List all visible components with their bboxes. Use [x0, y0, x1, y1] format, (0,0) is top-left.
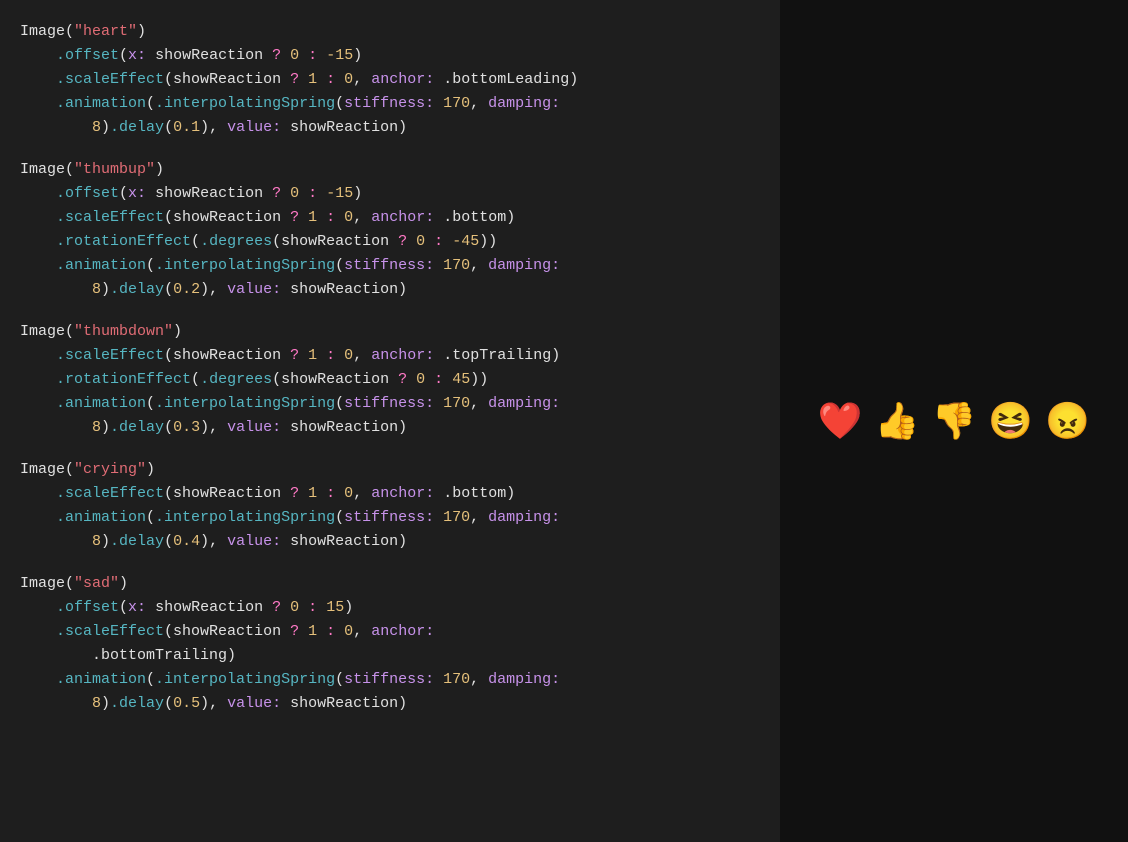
emoji-angry: 😠	[1045, 400, 1090, 442]
code-line: .scaleEffect(showReaction ? 1 : 0, ancho…	[20, 620, 760, 644]
code-line: Image("thumbup")	[20, 158, 760, 182]
code-line: .offset(x: showReaction ? 0 : -15)	[20, 44, 760, 68]
code-line: 8).delay(0.4), value: showReaction)	[20, 530, 760, 554]
emoji-thumbup: 👍	[875, 400, 920, 442]
code-line: .animation(.interpolatingSpring(stiffnes…	[20, 92, 760, 116]
code-line: .bottomTrailing)	[20, 644, 760, 668]
code-block-thumbdown: Image("thumbdown") .scaleEffect(showReac…	[20, 320, 760, 440]
emoji-reaction-row: ❤️ 👍 👎 😆 😠	[818, 400, 1090, 442]
code-line: 8).delay(0.3), value: showReaction)	[20, 416, 760, 440]
code-line: .scaleEffect(showReaction ? 1 : 0, ancho…	[20, 344, 760, 368]
code-line: .scaleEffect(showReaction ? 1 : 0, ancho…	[20, 206, 760, 230]
code-block-crying: Image("crying") .scaleEffect(showReactio…	[20, 458, 760, 554]
code-line: .rotationEffect(.degrees(showReaction ? …	[20, 230, 760, 254]
code-line: 8).delay(0.1), value: showReaction)	[20, 116, 760, 140]
code-block-heart: Image("heart") .offset(x: showReaction ?…	[20, 20, 760, 140]
emoji-laughing: 😆	[988, 400, 1033, 442]
preview-panel: ❤️ 👍 👎 😆 😠	[780, 0, 1128, 842]
code-line: Image("sad")	[20, 572, 760, 596]
code-line: .animation(.interpolatingSpring(stiffnes…	[20, 254, 760, 278]
code-line: 8).delay(0.5), value: showReaction)	[20, 692, 760, 716]
code-line: .scaleEffect(showReaction ? 1 : 0, ancho…	[20, 68, 760, 92]
code-line: .animation(.interpolatingSpring(stiffnes…	[20, 392, 760, 416]
code-line: .offset(x: showReaction ? 0 : -15)	[20, 182, 760, 206]
code-line: .scaleEffect(showReaction ? 1 : 0, ancho…	[20, 482, 760, 506]
code-line: .offset(x: showReaction ? 0 : 15)	[20, 596, 760, 620]
code-editor: Image("heart") .offset(x: showReaction ?…	[0, 0, 780, 842]
emoji-heart: ❤️	[818, 400, 863, 442]
code-line: Image("crying")	[20, 458, 760, 482]
code-block-sad: Image("sad") .offset(x: showReaction ? 0…	[20, 572, 760, 716]
code-line: Image("thumbdown")	[20, 320, 760, 344]
code-line: .animation(.interpolatingSpring(stiffnes…	[20, 506, 760, 530]
code-line: Image("heart")	[20, 20, 760, 44]
code-line: 8).delay(0.2), value: showReaction)	[20, 278, 760, 302]
emoji-thumbdown: 👎	[932, 400, 977, 442]
code-line: .animation(.interpolatingSpring(stiffnes…	[20, 668, 760, 692]
code-line: .rotationEffect(.degrees(showReaction ? …	[20, 368, 760, 392]
code-block-thumbup: Image("thumbup") .offset(x: showReaction…	[20, 158, 760, 302]
